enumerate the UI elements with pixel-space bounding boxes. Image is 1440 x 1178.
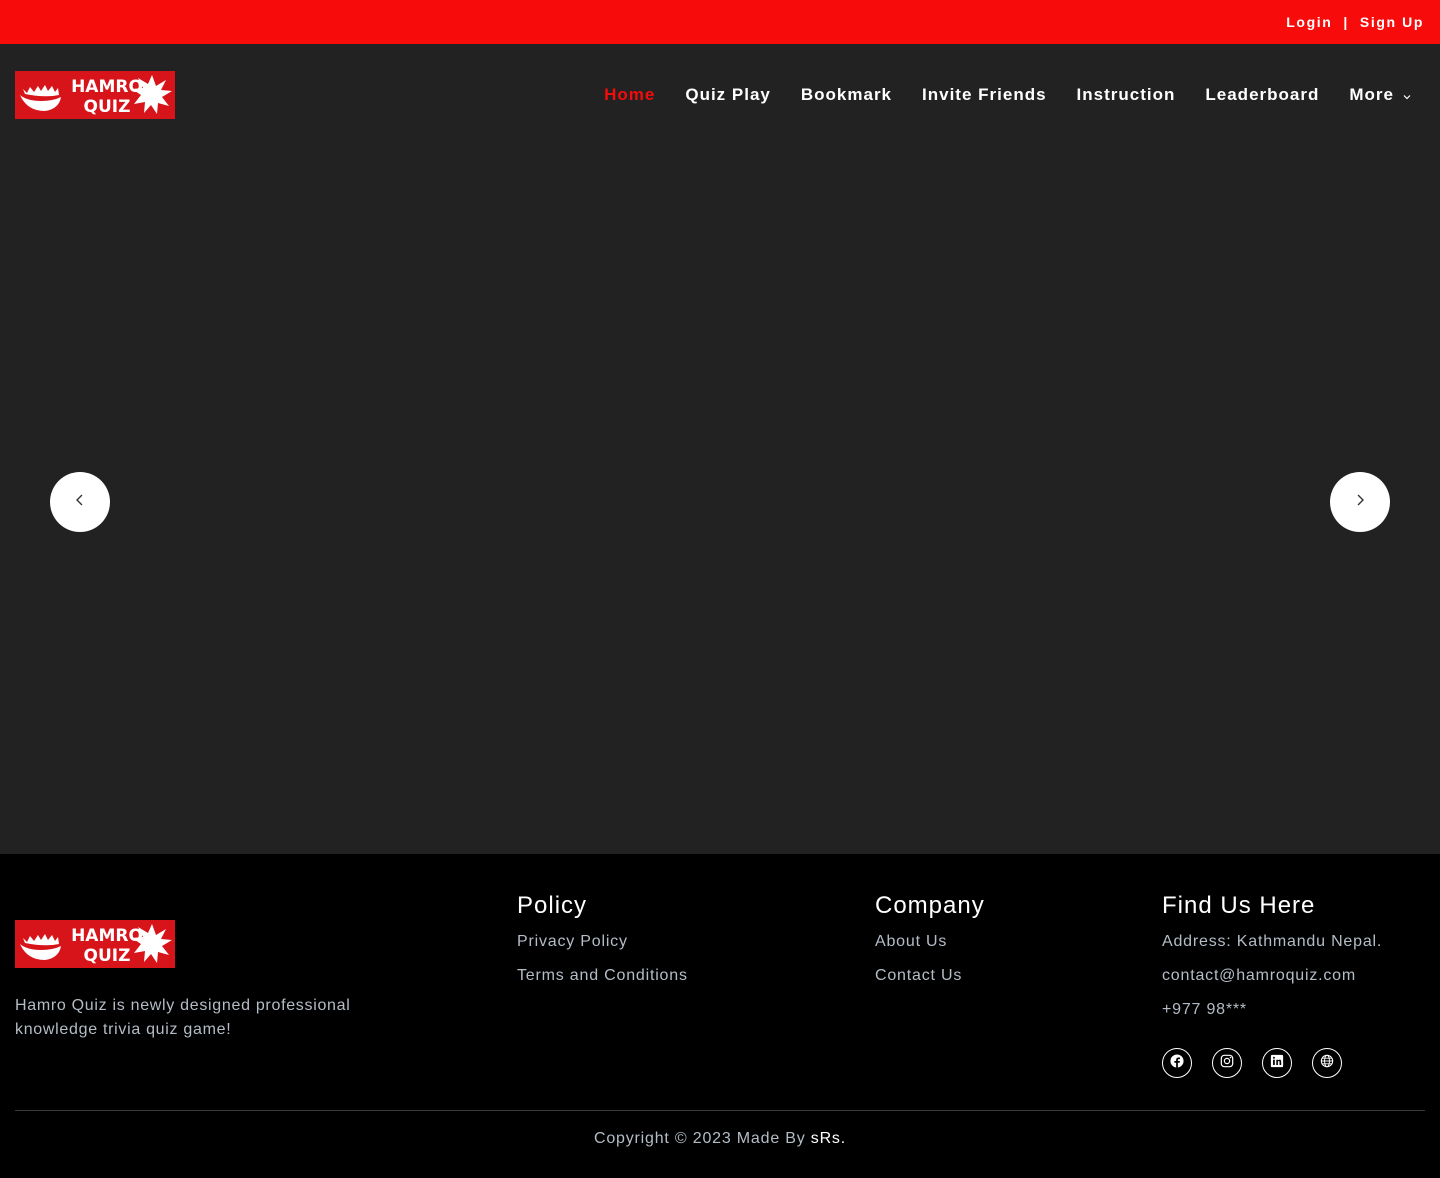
- main-nav: Home Quiz Play Bookmark Invite Friends I…: [574, 85, 1411, 105]
- hero-slider: [0, 145, 1440, 854]
- globe-icon: [1320, 1054, 1334, 1073]
- copyright-text: Copyright © 2023 Made By sRs.: [0, 1130, 1440, 1148]
- slider-prev-button[interactable]: [50, 472, 110, 532]
- auth-links: Login | Sign Up: [1286, 14, 1424, 30]
- logo-moon-shape: [20, 95, 61, 111]
- copyright-prefix: Copyright © 2023 Made By: [594, 1130, 811, 1147]
- nav-more-label: More: [1349, 85, 1394, 104]
- footer-divider: [15, 1110, 1425, 1111]
- logo-text-line1: HAMRO: [71, 77, 143, 97]
- terms-conditions-link[interactable]: Terms and Conditions: [517, 967, 688, 985]
- privacy-policy-link[interactable]: Privacy Policy: [517, 933, 628, 951]
- instagram-icon: [1220, 1054, 1234, 1073]
- auth-separator: |: [1343, 14, 1349, 30]
- nav-item-quiz-play[interactable]: Quiz Play: [685, 85, 771, 105]
- linkedin-button[interactable]: [1262, 1048, 1292, 1078]
- facebook-button[interactable]: [1162, 1048, 1192, 1078]
- website-button[interactable]: [1312, 1048, 1342, 1078]
- chevron-right-icon: [1355, 492, 1365, 513]
- nav-item-leaderboard[interactable]: Leaderboard: [1205, 85, 1319, 105]
- chevron-down-icon: [1403, 87, 1411, 105]
- footer-findus-title: Find Us Here: [1162, 892, 1316, 919]
- footer-email-link[interactable]: contact@hamroquiz.com: [1162, 967, 1356, 985]
- about-us-link[interactable]: About Us: [875, 933, 947, 951]
- instagram-button[interactable]: [1212, 1048, 1242, 1078]
- footer-about-text: Hamro Quiz is newly designed professiona…: [15, 997, 351, 1038]
- footer-address: Address: Kathmandu Nepal.: [1162, 933, 1383, 950]
- slider-next-button[interactable]: [1330, 472, 1390, 532]
- copyright-brand-link[interactable]: sRs.: [811, 1130, 846, 1147]
- footer-policy-title: Policy: [517, 892, 588, 919]
- footer-logo[interactable]: HAMRO QUIZ: [15, 920, 175, 968]
- facebook-icon: [1170, 1053, 1184, 1073]
- contact-us-link[interactable]: Contact Us: [875, 967, 962, 985]
- top-bar: Login | Sign Up: [0, 0, 1440, 44]
- linkedin-icon: [1270, 1054, 1284, 1073]
- footer-logo-text-line1: HAMRO: [71, 926, 143, 946]
- chevron-left-icon: [75, 492, 85, 513]
- nav-item-home[interactable]: Home: [604, 85, 655, 105]
- footer-phone: +977 98***: [1162, 1001, 1247, 1018]
- logo-text-line2: QUIZ: [84, 97, 131, 117]
- footer-logo-text-line2: QUIZ: [84, 946, 131, 966]
- site-logo[interactable]: HAMRO QUIZ: [15, 71, 175, 119]
- nav-item-instruction[interactable]: Instruction: [1077, 85, 1176, 105]
- nav-item-more[interactable]: More: [1349, 85, 1411, 105]
- login-link[interactable]: Login: [1286, 14, 1332, 30]
- site-footer: HAMRO QUIZ Hamro Quiz is newly designed …: [0, 854, 1440, 1178]
- nav-item-bookmark[interactable]: Bookmark: [801, 85, 892, 105]
- signup-link[interactable]: Sign Up: [1360, 14, 1424, 30]
- footer-company-title: Company: [875, 892, 985, 919]
- nav-item-invite-friends[interactable]: Invite Friends: [922, 85, 1047, 105]
- site-header: HAMRO QUIZ Home Quiz Play Bookmark Invit…: [0, 44, 1440, 145]
